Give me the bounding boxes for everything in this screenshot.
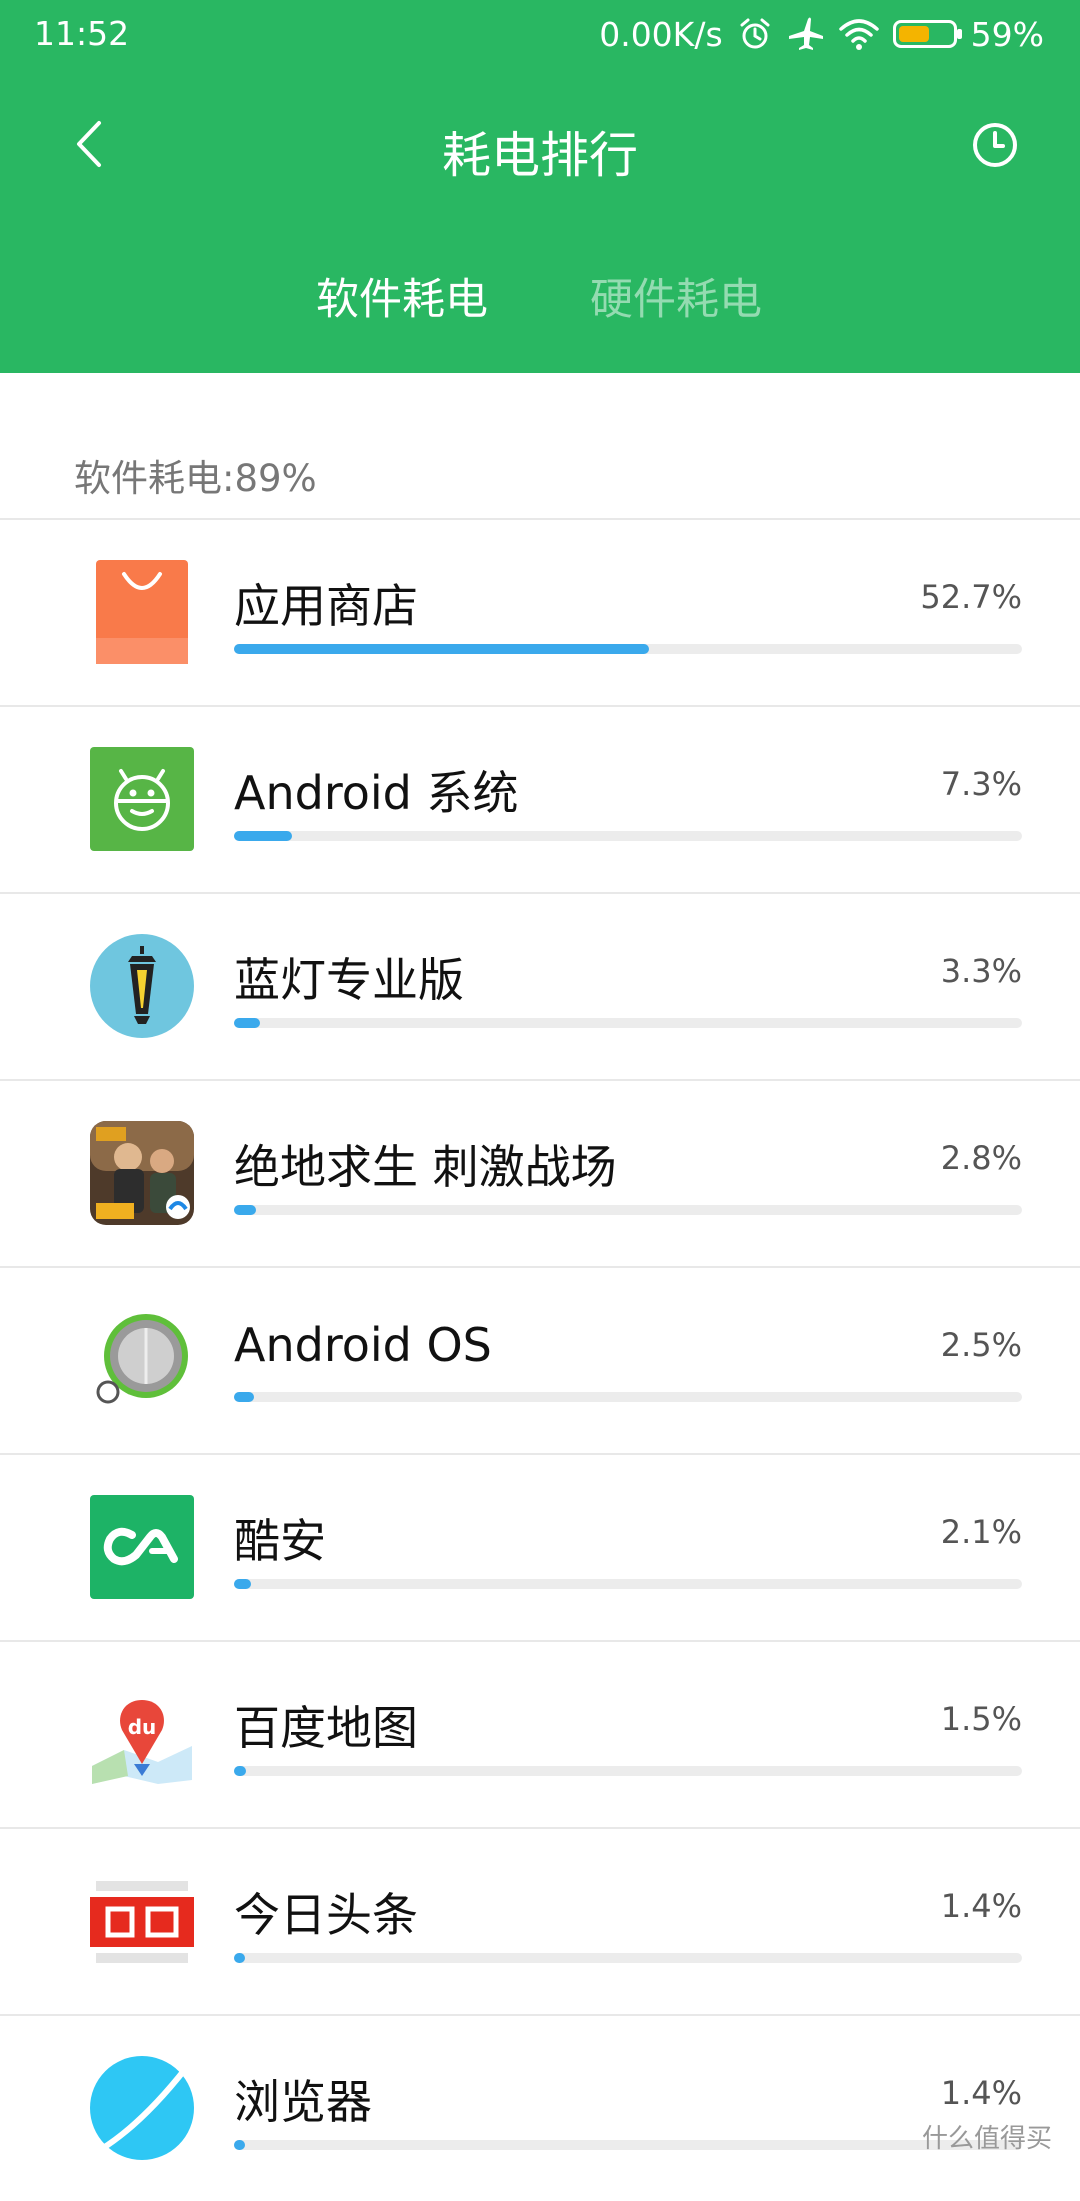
- usage-bar-fill: [234, 1018, 260, 1028]
- app-percent: 52.7%: [920, 578, 1022, 616]
- usage-bar-track: [234, 1205, 1022, 1215]
- watermark: 什么值得买: [921, 2124, 1052, 2154]
- usage-bar-track: [234, 1018, 1022, 1028]
- android-os-orb-icon: [88, 1306, 196, 1414]
- app-percent: 1.4%: [940, 1887, 1022, 1925]
- usage-bar-fill: [234, 1205, 257, 1215]
- app-percent: 3.3%: [940, 952, 1022, 990]
- app-name: 酷安: [234, 1514, 326, 1568]
- usage-bar-fill: [234, 1766, 246, 1776]
- app-store-bag-icon: [88, 558, 196, 666]
- lantern-icon: [88, 932, 196, 1040]
- app-name: 绝地求生 刺激战场: [234, 1140, 617, 1194]
- toutiao-icon: [88, 1867, 196, 1975]
- app-percent: 1.5%: [940, 1700, 1022, 1738]
- tab-hardware-power[interactable]: 硬件耗电: [590, 265, 762, 327]
- svg-text:du: du: [128, 1715, 157, 1739]
- app-name: 蓝灯专业版: [234, 953, 464, 1007]
- usage-bar-track: [234, 2140, 1022, 2150]
- net-speed: 0.00K/s: [599, 14, 723, 54]
- coolapk-icon: [88, 1493, 196, 1601]
- battery-icon: [892, 14, 962, 54]
- list-item[interactable]: du 百度地图 1.5%: [0, 1640, 1080, 1827]
- list-item[interactable]: 应用商店 52.7%: [0, 518, 1080, 705]
- nav-row: 耗电排行: [0, 100, 1080, 190]
- app-name: Android OS: [234, 1318, 492, 1372]
- list-item[interactable]: 蓝灯专业版 3.3%: [0, 892, 1080, 1079]
- clock-history-icon: [973, 123, 1017, 167]
- tab-software-power[interactable]: 软件耗电: [316, 265, 488, 327]
- usage-bar-fill: [234, 2140, 246, 2150]
- baidu-map-pin-icon: du: [88, 1680, 196, 1788]
- tab-bar: 软件耗电 硬件耗电: [0, 265, 1080, 335]
- airplane-mode-icon: [787, 14, 825, 54]
- list-item[interactable]: Android OS 2.5%: [0, 1266, 1080, 1453]
- wifi-icon: [838, 14, 879, 54]
- usage-bar-fill: [234, 1579, 251, 1589]
- usage-bar-fill: [234, 1953, 246, 1963]
- battery-fill: [898, 26, 930, 42]
- browser-planet-icon: [88, 2054, 196, 2162]
- app-name: 浏览器: [234, 2075, 372, 2129]
- usage-bar-track: [234, 831, 1022, 841]
- usage-bar-fill: [234, 644, 650, 654]
- status-bar: 11:52 0.00K/s 59%: [0, 0, 1080, 68]
- history-button[interactable]: [964, 114, 1026, 176]
- pubg-game-icon: [88, 1119, 196, 1227]
- android-robot-icon: [88, 745, 196, 853]
- app-name: 应用商店: [234, 579, 418, 633]
- usage-bar-fill: [234, 831, 292, 841]
- app-percent: 1.4%: [940, 2074, 1022, 2112]
- app-percent: 2.5%: [940, 1326, 1022, 1364]
- usage-bar-track: [234, 1766, 1022, 1776]
- usage-bar-track: [234, 1579, 1022, 1589]
- battery-percent: 59%: [970, 14, 1044, 54]
- app-percent: 7.3%: [940, 765, 1022, 803]
- usage-bar-fill: [234, 1392, 254, 1402]
- app-name: 今日头条: [234, 1888, 418, 1942]
- section-summary: 软件耗电:89%: [74, 457, 317, 500]
- app-percent: 2.1%: [940, 1513, 1022, 1551]
- alarm-icon: [737, 14, 773, 54]
- app-percent: 2.8%: [940, 1139, 1022, 1177]
- usage-bar-track: [234, 644, 1022, 654]
- status-right-group: 0.00K/s 59%: [599, 14, 1044, 54]
- usage-bar-track: [234, 1953, 1022, 1963]
- app-name: Android 系统: [234, 766, 519, 820]
- list-item[interactable]: 酷安 2.1%: [0, 1453, 1080, 1640]
- header-bar: 11:52 0.00K/s 59% 耗电排行 软件耗电 硬件耗电: [0, 0, 1080, 373]
- app-name: 百度地图: [234, 1701, 418, 1755]
- list-item[interactable]: 今日头条 1.4%: [0, 1827, 1080, 2014]
- page-title: 耗电排行: [441, 127, 638, 184]
- list-item[interactable]: 绝地求生 刺激战场 2.8%: [0, 1079, 1080, 1266]
- usage-bar-track: [234, 1392, 1022, 1402]
- list-item[interactable]: Android 系统 7.3%: [0, 705, 1080, 892]
- list-item[interactable]: 浏览器 1.4%: [0, 2014, 1080, 2201]
- status-time: 11:52: [34, 14, 130, 53]
